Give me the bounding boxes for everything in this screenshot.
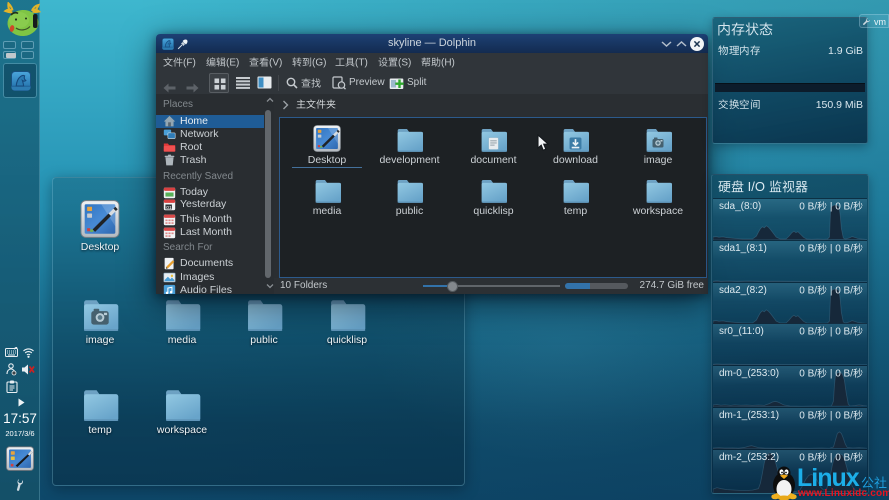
svg-text:01: 01	[166, 205, 172, 211]
